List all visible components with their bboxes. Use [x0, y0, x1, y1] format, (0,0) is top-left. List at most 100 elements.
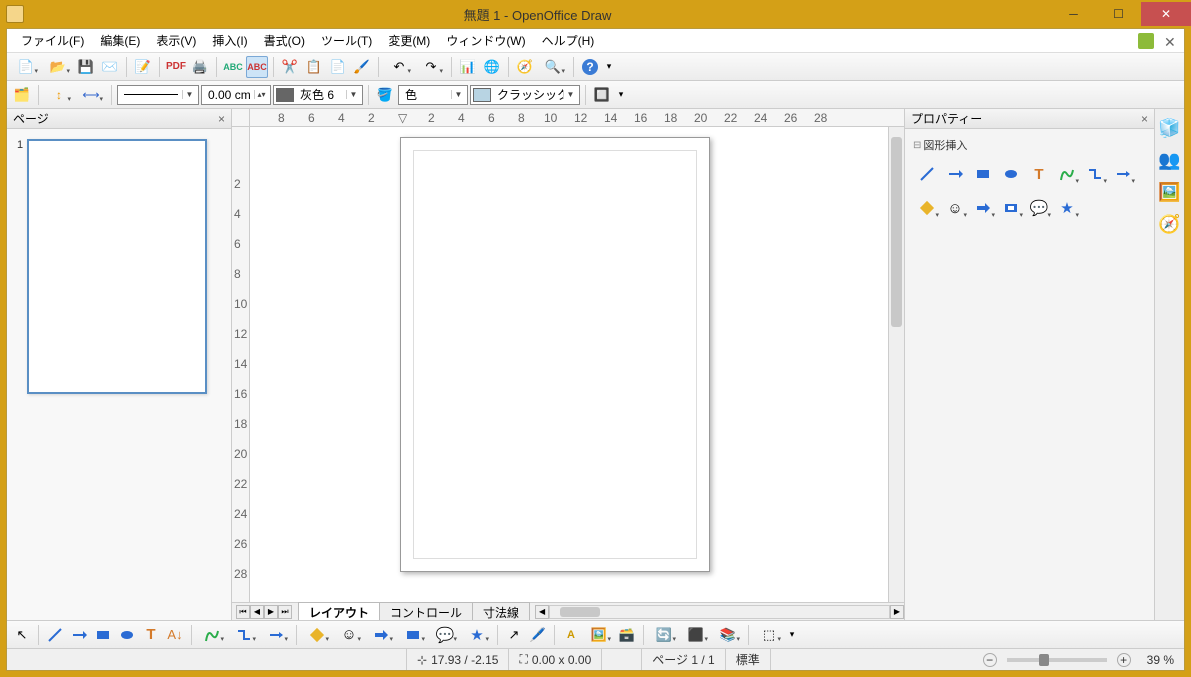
- drawing-canvas[interactable]: [250, 127, 888, 602]
- basic-shapes-button[interactable]: [915, 197, 939, 219]
- menu-view[interactable]: 表示(V): [148, 30, 204, 51]
- horizontal-scrollbar[interactable]: [549, 605, 890, 619]
- connector-shape-button[interactable]: [1083, 163, 1107, 185]
- tab-controls[interactable]: コントロール: [379, 602, 473, 622]
- maximize-button[interactable]: ☐: [1096, 2, 1141, 26]
- drawing-toolbar-overflow[interactable]: ▾: [786, 624, 798, 646]
- block-arrows-tool-button[interactable]: [366, 624, 396, 646]
- arrow-tool-button[interactable]: [68, 624, 90, 646]
- line-endings-button[interactable]: ↕: [44, 84, 74, 106]
- stars-tool-button[interactable]: ★: [462, 624, 492, 646]
- tab-last-button[interactable]: ⏭: [278, 605, 292, 619]
- connector-tool-button[interactable]: [229, 624, 259, 646]
- sidebar-gallery-icon[interactable]: 🖼️: [1159, 181, 1181, 203]
- flowchart-button[interactable]: [999, 197, 1023, 219]
- chart-button[interactable]: 📊: [457, 56, 479, 78]
- hscroll-left-button[interactable]: ◀: [535, 605, 549, 619]
- flowchart-tool-button[interactable]: [398, 624, 428, 646]
- menu-file[interactable]: ファイル(F): [13, 30, 92, 51]
- vtext-tool-button[interactable]: A↓: [164, 624, 186, 646]
- close-button[interactable]: ✕: [1141, 2, 1191, 26]
- symbol-shapes-button[interactable]: ☺: [943, 197, 967, 219]
- glue-points-button[interactable]: 🖊️: [527, 624, 549, 646]
- tab-next-button[interactable]: ▶: [264, 605, 278, 619]
- align-button[interactable]: ⬛: [681, 624, 711, 646]
- rect-tool-button[interactable]: [92, 624, 114, 646]
- curve-tool-button[interactable]: [197, 624, 227, 646]
- properties-close-button[interactable]: ×: [1141, 112, 1148, 126]
- tab-first-button[interactable]: ⏮: [236, 605, 250, 619]
- callouts-button[interactable]: 💬: [1027, 197, 1051, 219]
- ellipse-shape-button[interactable]: [999, 163, 1023, 185]
- sidebar-navigator-icon[interactable]: 🧭: [1159, 213, 1181, 235]
- export-pdf-button[interactable]: PDF: [165, 56, 187, 78]
- curve-shape-button[interactable]: [1055, 163, 1079, 185]
- fill-style-combo[interactable]: クラッシックな ▼: [470, 85, 580, 105]
- menu-edit[interactable]: 編集(E): [92, 30, 148, 51]
- text-shape-button[interactable]: T: [1027, 163, 1051, 185]
- open-button[interactable]: 📂: [43, 56, 73, 78]
- select-tool-button[interactable]: ↖: [11, 624, 33, 646]
- callouts-tool-button[interactable]: 💬: [430, 624, 460, 646]
- basic-shapes-tool-button[interactable]: [302, 624, 332, 646]
- show-draw-functions-button[interactable]: 🗂️: [11, 84, 33, 106]
- vertical-scrollbar[interactable]: [888, 127, 904, 602]
- format-paintbrush-button[interactable]: 🖌️: [351, 56, 373, 78]
- sidebar-properties-icon[interactable]: 🧊: [1159, 117, 1181, 139]
- line-style-combo[interactable]: ▼: [117, 85, 199, 105]
- arrow-shape-button[interactable]: [943, 163, 967, 185]
- zoom-slider[interactable]: [1007, 658, 1107, 662]
- ellipse-tool-button[interactable]: [116, 624, 138, 646]
- email-button[interactable]: ✉️: [99, 56, 121, 78]
- tab-layout[interactable]: レイアウト: [298, 602, 380, 622]
- pages-panel-close-button[interactable]: ×: [218, 112, 225, 126]
- tab-prev-button[interactable]: ◀: [250, 605, 264, 619]
- auto-spellcheck-button[interactable]: ABC: [246, 56, 268, 78]
- from-file-button[interactable]: 🖼️: [584, 624, 614, 646]
- edit-points-button[interactable]: ↗: [503, 624, 525, 646]
- spellcheck-button[interactable]: ABC: [222, 56, 244, 78]
- help-button[interactable]: ?: [579, 56, 601, 78]
- line-color-combo[interactable]: 灰色 6 ▼: [273, 85, 363, 105]
- cut-button[interactable]: ✂️: [279, 56, 301, 78]
- menu-window[interactable]: ウィンドウ(W): [438, 30, 533, 51]
- undo-button[interactable]: ↶: [384, 56, 414, 78]
- menu-help[interactable]: ヘルプ(H): [534, 30, 603, 51]
- print-button[interactable]: 🖨️: [189, 56, 211, 78]
- hscroll-right-button[interactable]: ▶: [890, 605, 904, 619]
- lines-arrows-button[interactable]: [1111, 163, 1135, 185]
- horizontal-ruler[interactable]: 8 6 4 2 ▽ 2 4 6 8 10 12 14 16 18 20 22 2…: [250, 109, 904, 127]
- arrow-style-button[interactable]: ⟷: [76, 84, 106, 106]
- fontwork-button[interactable]: A: [560, 624, 582, 646]
- symbol-shapes-tool-button[interactable]: ☺: [334, 624, 364, 646]
- toolbar2-overflow-button[interactable]: ▾: [615, 84, 627, 106]
- lines-arrows-tool-button[interactable]: [261, 624, 291, 646]
- arrange-button[interactable]: 📚: [713, 624, 743, 646]
- close-document-button[interactable]: ✕: [1164, 34, 1178, 48]
- insert-shapes-section-title[interactable]: 図形挿入: [911, 133, 1148, 157]
- extrusion-button[interactable]: ⬚: [754, 624, 784, 646]
- gallery-tool-button[interactable]: 🗃️: [616, 624, 638, 646]
- block-arrows-button[interactable]: [971, 197, 995, 219]
- save-button[interactable]: 💾: [75, 56, 97, 78]
- text-tool-button[interactable]: T: [140, 624, 162, 646]
- menu-insert[interactable]: 挿入(I): [204, 30, 255, 51]
- area-button[interactable]: 🪣: [374, 84, 396, 106]
- vertical-ruler[interactable]: 2 4 6 8 10 12 14 16 18 20 22 24 26 28: [232, 127, 250, 602]
- redo-button[interactable]: ↷: [416, 56, 446, 78]
- zoom-button[interactable]: 🔍: [538, 56, 568, 78]
- zoom-out-button[interactable]: −: [983, 653, 997, 667]
- zoom-in-button[interactable]: +: [1117, 653, 1131, 667]
- line-tool-button[interactable]: [44, 624, 66, 646]
- zoom-percent[interactable]: 39 %: [1137, 649, 1184, 670]
- fill-type-combo[interactable]: 色 ▼: [398, 85, 468, 105]
- menu-tools[interactable]: ツール(T): [313, 30, 380, 51]
- menu-modify[interactable]: 変更(M): [380, 30, 438, 51]
- download-icon[interactable]: [1138, 33, 1154, 49]
- tab-dimlines[interactable]: 寸法線: [472, 602, 530, 622]
- line-shape-button[interactable]: [915, 163, 939, 185]
- hyperlink-button[interactable]: 🌐: [481, 56, 503, 78]
- menu-format[interactable]: 書式(O): [256, 30, 313, 51]
- sidebar-styles-icon[interactable]: 👥: [1159, 149, 1181, 171]
- edit-file-button[interactable]: 📝: [132, 56, 154, 78]
